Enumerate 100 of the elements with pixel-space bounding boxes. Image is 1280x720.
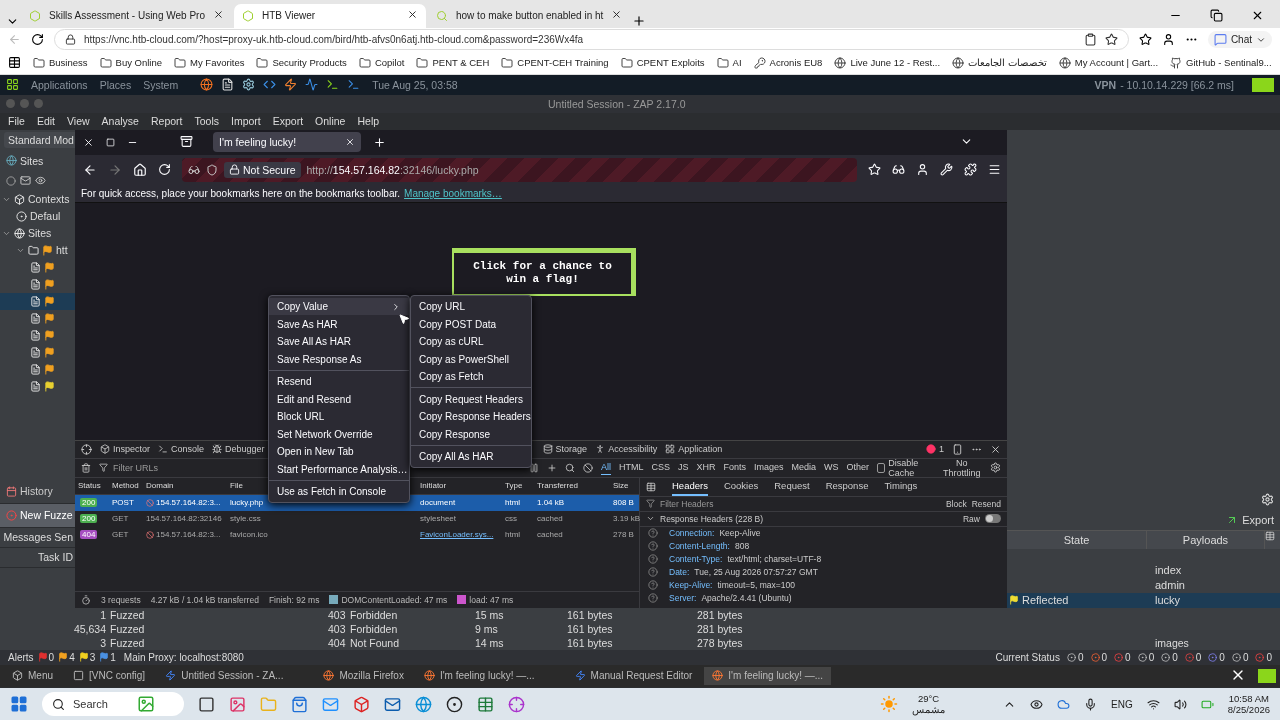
context-menu-entry[interactable]: Save All As HAR: [269, 332, 409, 351]
bookmark[interactable]: تخصصات الجامعات: [952, 56, 1047, 69]
mail-icon[interactable]: [384, 695, 401, 713]
close-icon[interactable]: [611, 9, 623, 21]
terminal-icon[interactable]: [326, 78, 340, 92]
type-filter[interactable]: JS: [678, 460, 689, 476]
type-filter[interactable]: HTML: [619, 460, 644, 476]
filter-headers-field[interactable]: Filter Headers: [660, 498, 714, 509]
bag-icon[interactable]: [291, 695, 308, 713]
help-icon[interactable]: [648, 567, 658, 578]
tab-list-icon[interactable]: [180, 134, 193, 148]
favorites-icon[interactable]: [1138, 33, 1152, 47]
wrench-icon[interactable]: [940, 163, 953, 177]
dot-icon[interactable]: [446, 695, 463, 713]
taskbar-item[interactable]: I'm feeling lucky! —...: [415, 666, 543, 685]
taskbar-item[interactable]: Mozilla Firefox: [315, 666, 412, 685]
desktop-menu-title[interactable]: Places: [99, 78, 132, 91]
close-icon[interactable]: [83, 136, 94, 148]
help-icon[interactable]: [648, 593, 658, 604]
request-row[interactable]: 200 GET 154.57.164.82:32146 style.css stylesheet css cached 3.19 kB: [75, 510, 639, 527]
bookmark[interactable]: CPENT Exploits: [620, 56, 705, 69]
menubar-entry[interactable]: Export: [272, 115, 304, 128]
maximize-icon[interactable]: [106, 137, 115, 147]
export-button[interactable]: Export: [1242, 513, 1274, 526]
responsive-icon[interactable]: [952, 443, 963, 455]
taskbar-item[interactable]: Untitled Session - ZA...: [157, 666, 292, 685]
bookmark[interactable]: Acronis EU8: [753, 56, 823, 69]
spreadsheet-icon[interactable]: [477, 695, 494, 713]
image-icon[interactable]: [229, 695, 246, 713]
result-row[interactable]: index: [1007, 562, 1280, 578]
help-icon[interactable]: [648, 554, 658, 565]
crosshair-icon[interactable]: [508, 695, 525, 713]
new-tab-icon[interactable]: [373, 135, 386, 149]
chat-button[interactable]: Chat: [1207, 31, 1272, 49]
context-menu-entry[interactable]: Copy Value: [269, 297, 409, 316]
context-menu-entry[interactable]: Block URL: [269, 407, 409, 426]
submenu-entry[interactable]: Copy Response: [411, 425, 531, 443]
menu-icon[interactable]: [988, 163, 1001, 177]
window-icon[interactable]: [198, 695, 215, 713]
column-header[interactable]: Method: [109, 481, 143, 491]
type-filter[interactable]: Fonts: [723, 460, 747, 476]
desktop-menu-title[interactable]: System: [143, 78, 179, 91]
context-menu-entry[interactable]: Open in New Tab: [269, 442, 409, 461]
column-header[interactable]: Status: [75, 481, 109, 491]
bookmark[interactable]: Buy Online: [99, 56, 163, 69]
columns-icon[interactable]: [1265, 530, 1275, 541]
taskbar-item[interactable]: Menu: [4, 666, 61, 685]
submenu-entry[interactable]: Copy Response Headers: [411, 407, 531, 426]
gear-icon[interactable]: [242, 78, 256, 92]
back-icon[interactable]: [83, 162, 97, 177]
speaker-icon[interactable]: [1173, 697, 1187, 711]
browser-tab[interactable]: Skills Assessment - Using Web Pro: [21, 3, 232, 28]
panel-icon[interactable]: [646, 481, 656, 492]
browser-tab[interactable]: how to make button enabled in ht: [428, 3, 631, 28]
help-icon[interactable]: [648, 541, 658, 552]
wifi-icon[interactable]: [1146, 697, 1160, 711]
throttling-dropdown[interactable]: No Throttling: [941, 457, 982, 478]
menubar-entry[interactable]: Tools: [194, 115, 219, 128]
browser-icon[interactable]: [200, 78, 214, 92]
forward-icon[interactable]: [108, 162, 122, 177]
chart-icon[interactable]: [305, 78, 319, 92]
manage-bookmarks-link[interactable]: Manage bookmarks…: [404, 187, 502, 199]
bookmark[interactable]: Copilot: [358, 56, 405, 69]
reload-icon[interactable]: [31, 33, 44, 47]
extension-icon[interactable]: [964, 163, 977, 177]
devtools-tab[interactable]: Accessibility: [595, 444, 658, 455]
restore-icon[interactable]: [1210, 8, 1223, 22]
column-header[interactable]: Type: [502, 481, 534, 491]
tree-item[interactable]: htt: [0, 241, 75, 259]
context-menu-entry[interactable]: Use as Fetch in Console: [269, 482, 409, 501]
menubar-entry[interactable]: Help: [357, 115, 380, 128]
box-icon[interactable]: [353, 695, 370, 713]
account-icon[interactable]: [916, 163, 929, 177]
menubar-entry[interactable]: View: [67, 115, 90, 128]
browser-icon[interactable]: [415, 695, 432, 713]
star-icon[interactable]: [1104, 33, 1118, 47]
column-header[interactable]: Size: [610, 481, 640, 491]
avatar-icon[interactable]: [1161, 33, 1175, 47]
bookmark[interactable]: CPENT-CEH Training: [501, 56, 609, 69]
eye-icon[interactable]: [1030, 697, 1044, 711]
bookmark[interactable]: AI: [716, 56, 742, 69]
column-header[interactable]: Domain: [143, 481, 227, 491]
tree-item[interactable]: Sites: [0, 224, 75, 242]
menubar-entry[interactable]: File: [8, 115, 25, 128]
picker-icon[interactable]: [81, 443, 92, 455]
taskbar-item[interactable]: I'm feeling lucky! —...: [704, 666, 832, 685]
submenu-entry[interactable]: Copy URL: [411, 297, 531, 316]
context-menu-entry[interactable]: Edit and Resend: [269, 390, 409, 408]
close-icon[interactable]: [990, 443, 1001, 455]
envelope-icon[interactable]: [20, 175, 31, 187]
type-filter[interactable]: Media: [791, 460, 817, 476]
type-filter[interactable]: XHR: [696, 460, 716, 476]
submenu-entry[interactable]: Copy POST Data: [411, 315, 531, 333]
help-icon[interactable]: [648, 580, 658, 591]
bookmark[interactable]: PENT & CEH: [416, 56, 490, 69]
plus-icon[interactable]: [547, 462, 557, 473]
submenu-entry[interactable]: Copy All As HAR: [411, 447, 531, 466]
clipboard-icon[interactable]: [1083, 33, 1097, 47]
search-input[interactable]: Search: [71, 697, 131, 711]
menubar-entry[interactable]: Analyse: [101, 115, 139, 128]
